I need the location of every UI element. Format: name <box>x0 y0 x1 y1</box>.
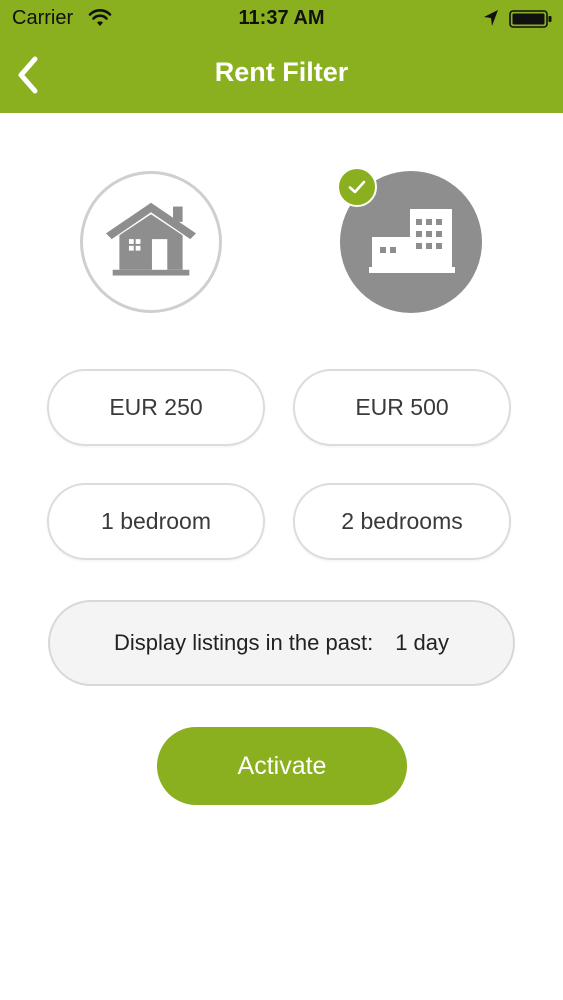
status-time: 11:37 AM <box>238 7 325 29</box>
navigation-bar: Rent Filter <box>0 38 563 113</box>
activate-button[interactable]: Activate <box>157 727 407 805</box>
listing-period-label: Display listings in the past: <box>113 630 374 655</box>
property-type-house-option[interactable] <box>80 171 222 313</box>
bedroom-option-label: 2 bedrooms <box>341 508 463 534</box>
bedroom-option-1[interactable]: 1 bedroom <box>47 483 265 560</box>
price-option-label: EUR 250 <box>109 394 203 420</box>
battery-icon <box>509 10 552 28</box>
status-bar: Carrier 11:37 AM <box>0 0 563 38</box>
price-option-label: EUR 500 <box>355 394 449 420</box>
selected-badge <box>337 167 377 207</box>
bedroom-option-2[interactable]: 2 bedrooms <box>293 483 511 560</box>
page-title: Rent Filter <box>214 57 349 87</box>
activate-button-label: Activate <box>237 751 327 780</box>
property-type-apartment-option[interactable] <box>337 167 482 313</box>
listing-period-value: 1 day <box>395 630 450 655</box>
house-icon <box>105 202 197 276</box>
app-header: Carrier 11:37 AM Rent Filter <box>0 0 563 113</box>
listing-period-selector[interactable]: Display listings in the past: 1 day <box>48 600 515 686</box>
checkmark-icon <box>348 180 366 194</box>
price-option-250[interactable]: EUR 250 <box>47 369 265 446</box>
price-option-500[interactable]: EUR 500 <box>293 369 511 446</box>
location-arrow-icon <box>484 10 498 26</box>
bedroom-option-label: 1 bedroom <box>101 508 211 534</box>
